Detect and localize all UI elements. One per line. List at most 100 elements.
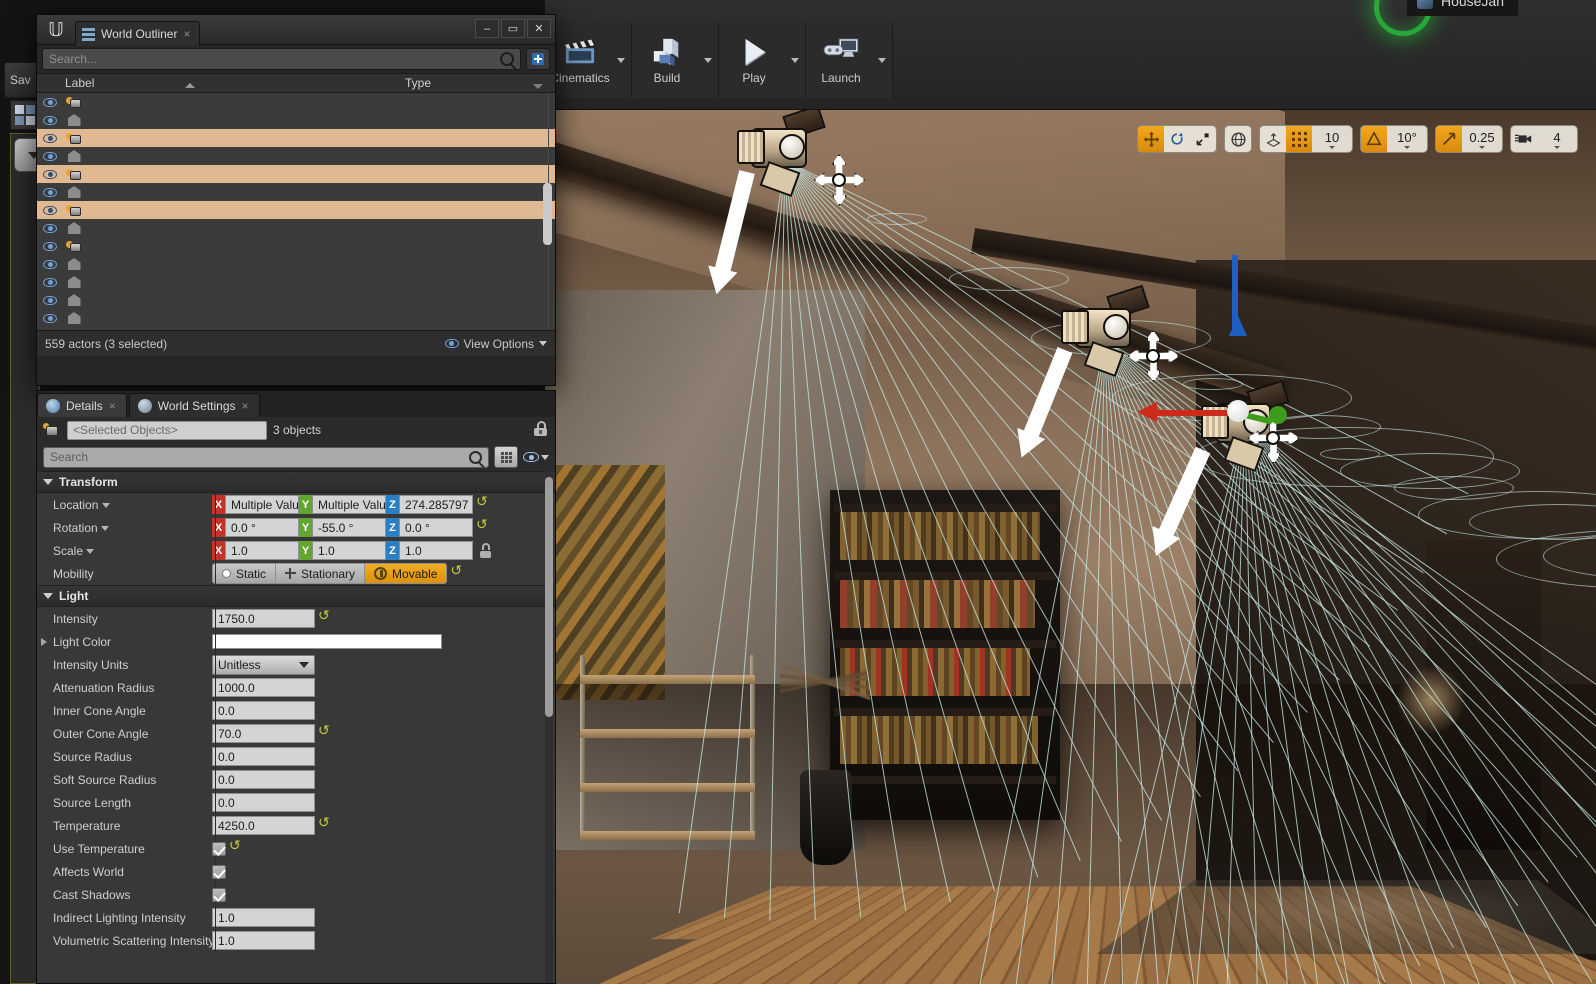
search-input[interactable] xyxy=(42,48,521,70)
add-actor-button[interactable] xyxy=(526,48,550,70)
light-category[interactable]: Light xyxy=(37,585,555,607)
scale-snap-group[interactable]: 0.25 xyxy=(1435,125,1503,153)
inner-cone-angle-field[interactable]: 0.0 xyxy=(212,701,315,720)
grid-snap-group[interactable]: 10 xyxy=(1259,125,1353,153)
column-filter-icon[interactable] xyxy=(533,84,543,89)
source-radius-field[interactable]: 0.0 xyxy=(212,747,315,766)
visibility-toggle[interactable] xyxy=(37,313,63,323)
close-button[interactable]: ✕ xyxy=(527,19,551,38)
coordinate-system-group[interactable] xyxy=(1224,125,1252,153)
surface-snap-icon[interactable] xyxy=(1260,126,1286,152)
affects-world-checkbox[interactable] xyxy=(212,864,226,879)
temperature-field[interactable]: 4250.0 xyxy=(212,816,315,835)
search-field[interactable] xyxy=(49,52,500,66)
details-search-input[interactable] xyxy=(43,446,489,468)
expand-triangle-icon[interactable] xyxy=(41,638,47,646)
view-options-button[interactable]: View Options xyxy=(444,337,547,351)
location-y-field[interactable]: Multiple Valu xyxy=(312,495,386,514)
visibility-toggle[interactable] xyxy=(37,97,63,107)
mobility-group[interactable]: Static Stationary Movable xyxy=(212,563,448,584)
maximize-button[interactable]: ▭ xyxy=(501,19,525,38)
visibility-toggle[interactable] xyxy=(37,277,63,287)
mobility-option-stationary[interactable]: Stationary xyxy=(276,564,366,583)
play-dropdown[interactable] xyxy=(787,23,803,97)
grid-snap-icon[interactable] xyxy=(1286,126,1312,152)
window-titlebar[interactable]: 𝕌 World Outliner × – ▭ ✕ xyxy=(37,15,555,46)
mobility-option-static[interactable]: Static xyxy=(213,564,277,583)
visibility-toggle[interactable] xyxy=(37,115,63,125)
launch-dropdown[interactable] xyxy=(874,23,890,97)
reset-icon[interactable] xyxy=(318,607,332,625)
soft-source-radius-field[interactable]: 0.0 xyxy=(212,770,315,789)
scale-mode-icon[interactable] xyxy=(1190,126,1216,152)
mobility-option-movable[interactable]: Movable xyxy=(365,564,447,583)
tab-close-icon[interactable]: × xyxy=(183,27,190,41)
property-label[interactable]: Location xyxy=(37,498,212,512)
column-label[interactable]: Label xyxy=(37,76,405,90)
window-controls[interactable]: – ▭ ✕ xyxy=(475,19,551,38)
build-dropdown[interactable] xyxy=(700,23,716,97)
angle-snap-icon[interactable] xyxy=(1361,126,1387,152)
3d-scene[interactable] xyxy=(545,110,1596,984)
move-gizmo[interactable] xyxy=(811,152,867,208)
cast-shadows-checkbox[interactable] xyxy=(212,887,226,902)
indirect-lighting-intensity-field[interactable]: 1.0 xyxy=(212,908,315,927)
details-search-field[interactable] xyxy=(50,450,469,464)
location-z-field[interactable]: 274.285797 xyxy=(399,495,473,514)
angle-snap-value[interactable]: 10° xyxy=(1387,126,1427,152)
intensity-field[interactable]: 1750.0 xyxy=(212,609,315,628)
details-view-options-button[interactable] xyxy=(523,452,549,462)
outliner-row[interactable] xyxy=(37,255,555,273)
visibility-toggle[interactable] xyxy=(37,241,63,251)
outliner-scrollbar-thumb[interactable] xyxy=(543,183,552,245)
transform-mode-group[interactable] xyxy=(1137,125,1217,153)
property-label[interactable]: Scale xyxy=(37,544,212,558)
viewport-snap-toolbar[interactable]: 10 10° 0.25 4 xyxy=(1137,125,1578,153)
reset-icon[interactable] xyxy=(229,837,243,855)
outliner-row[interactable] xyxy=(37,273,555,291)
camera-icon[interactable] xyxy=(1511,126,1537,152)
grid-snap-value[interactable]: 10 xyxy=(1312,126,1352,152)
rotation-y-field[interactable]: -55.0 ° xyxy=(312,518,386,537)
scale-z-field[interactable]: 1.0 xyxy=(399,541,473,560)
volumetric-scattering-intensity-field[interactable]: 1.0 xyxy=(212,931,315,950)
rotation-z-field[interactable]: 0.0 ° xyxy=(399,518,473,537)
outliner-row[interactable] xyxy=(37,237,555,255)
light-color-swatch[interactable] xyxy=(212,634,442,649)
translate-mode-icon[interactable] xyxy=(1138,126,1164,152)
outliner-row[interactable] xyxy=(37,165,555,183)
scale-y-field[interactable]: 1.0 xyxy=(312,541,386,560)
location-x-field[interactable]: Multiple Valu xyxy=(225,495,299,514)
visibility-toggle[interactable] xyxy=(37,223,63,233)
attenuation-radius-field[interactable]: 1000.0 xyxy=(212,678,315,697)
use-temperature-checkbox[interactable] xyxy=(212,841,226,856)
visibility-toggle[interactable] xyxy=(37,169,63,179)
visibility-toggle[interactable] xyxy=(37,295,63,305)
tab-world-settings[interactable]: World Settings × xyxy=(128,393,260,417)
outliner-row[interactable] xyxy=(37,291,555,309)
outliner-row[interactable] xyxy=(37,219,555,237)
cinematics-button[interactable]: Cinematics xyxy=(547,23,613,97)
outliner-row[interactable] xyxy=(37,147,555,165)
minimize-button[interactable]: – xyxy=(475,19,499,38)
ratio-lock-icon[interactable] xyxy=(479,543,493,558)
visibility-toggle[interactable] xyxy=(37,205,63,215)
cinematics-dropdown[interactable] xyxy=(613,23,629,97)
visibility-toggle[interactable] xyxy=(37,187,63,197)
translate-gizmo[interactable] xyxy=(1137,255,1315,460)
transform-category[interactable]: Transform xyxy=(37,471,555,493)
reset-icon[interactable] xyxy=(318,722,332,740)
outliner-row[interactable] xyxy=(37,327,555,330)
chevron-down-icon[interactable] xyxy=(101,502,110,508)
outliner-row[interactable] xyxy=(37,111,555,129)
tab-details[interactable]: Details × xyxy=(37,393,127,417)
outliner-row[interactable] xyxy=(37,129,555,147)
reset-icon[interactable] xyxy=(476,493,490,511)
chevron-down-icon[interactable] xyxy=(101,525,110,531)
rotate-mode-icon[interactable] xyxy=(1164,126,1190,152)
outliner-list[interactable] xyxy=(37,93,555,330)
visibility-toggle[interactable] xyxy=(37,133,63,143)
details-body[interactable]: Transform Location X Multiple Valu Y Multipl… xyxy=(37,471,555,983)
rotation-x-field[interactable]: 0.0 ° xyxy=(225,518,299,537)
lock-icon[interactable] xyxy=(534,421,547,436)
